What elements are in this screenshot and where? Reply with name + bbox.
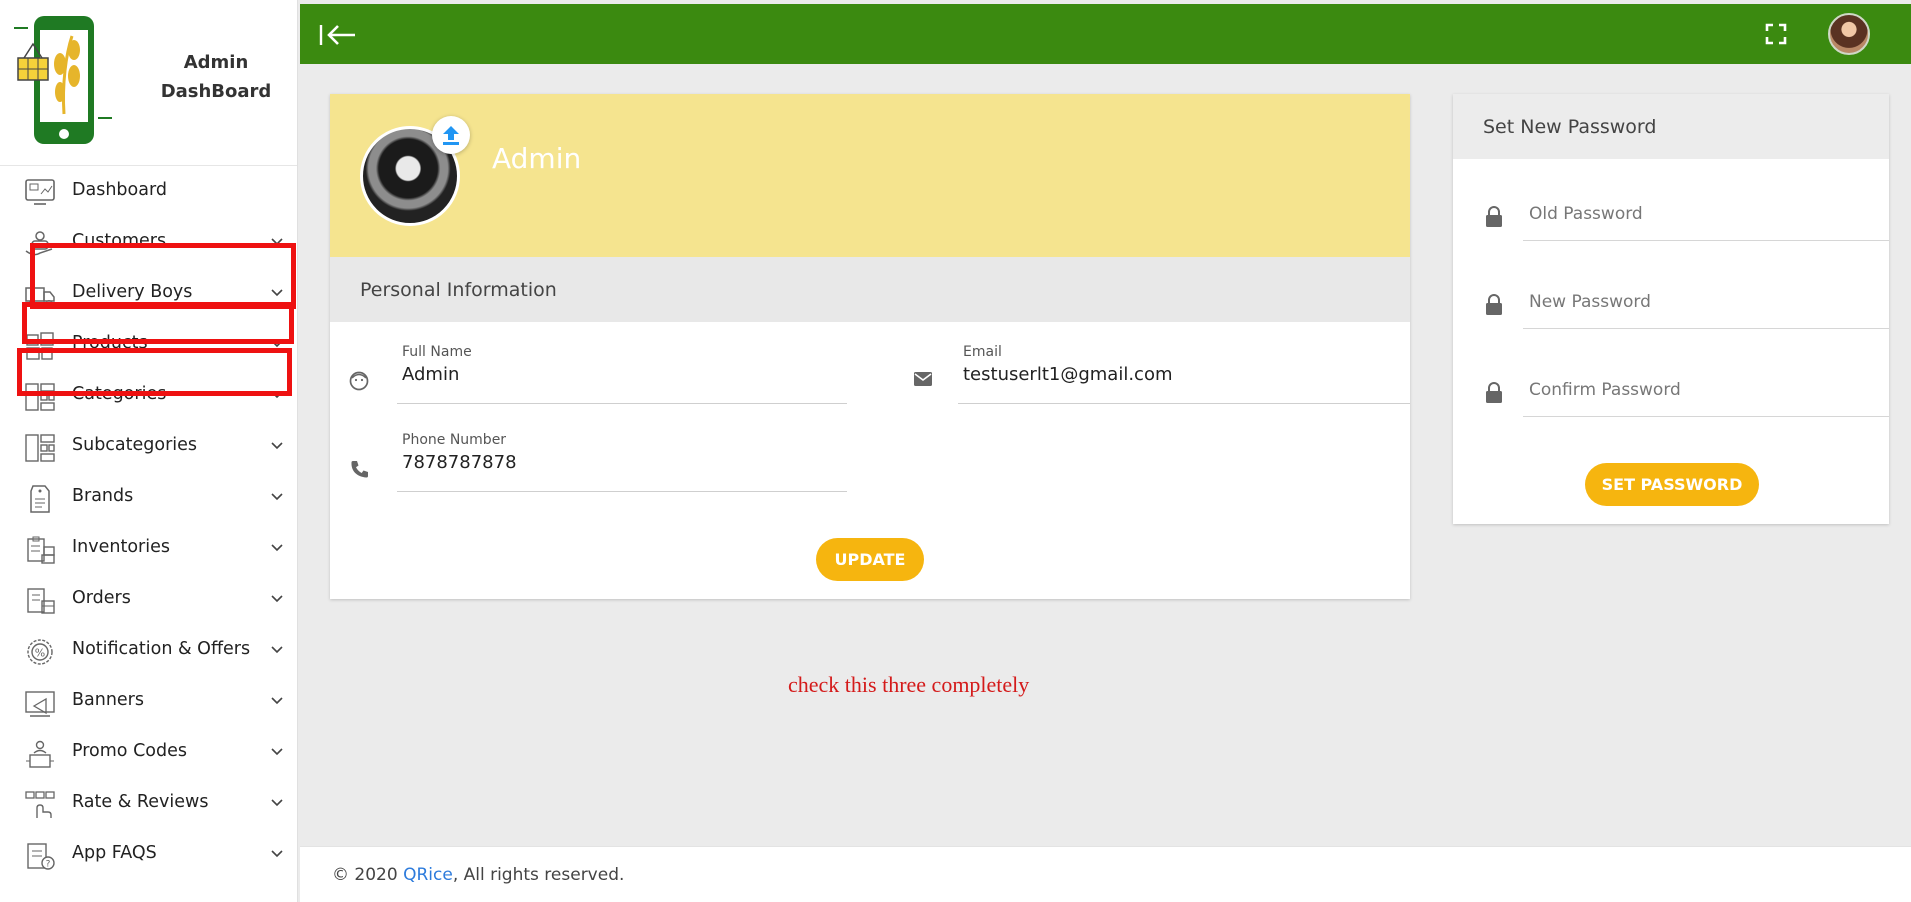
sidebar-item-label: Orders bbox=[72, 588, 131, 608]
footer-copyright-prefix: © 2020 bbox=[332, 865, 404, 885]
sidebar-item-label: Promo Codes bbox=[72, 741, 187, 761]
annotation-note: check this three completely bbox=[788, 672, 1030, 697]
new-password-input[interactable] bbox=[1523, 284, 1823, 320]
promo-codes-icon bbox=[26, 740, 54, 768]
sidebar-item-label: Brands bbox=[72, 486, 134, 506]
brands-tag-icon bbox=[30, 485, 50, 513]
lock-icon bbox=[1486, 382, 1502, 403]
confirm-password-input[interactable] bbox=[1523, 372, 1823, 408]
sidebar-item-label: Notification & Offers bbox=[72, 639, 251, 659]
phone-underline bbox=[397, 491, 847, 492]
sidebar: Admin DashBoard Dashboard Customers Deli… bbox=[0, 0, 298, 902]
password-card-title: Set New Password bbox=[1453, 94, 1889, 159]
phone-icon bbox=[351, 461, 368, 478]
phone-label: Phone Number bbox=[402, 432, 507, 448]
sidebar-item-app-faqs[interactable]: ? App FAQS bbox=[0, 829, 298, 880]
annotation-highlight-delivery-boys bbox=[22, 302, 294, 344]
confirm-password-underline bbox=[1523, 416, 1889, 417]
sidebar-item-label: Rate & Reviews bbox=[72, 792, 209, 812]
lock-icon bbox=[1486, 294, 1502, 315]
email-icon bbox=[914, 372, 932, 386]
svg-text:%: % bbox=[35, 647, 45, 660]
sidebar-item-label: App FAQS bbox=[72, 843, 157, 863]
sidebar-item-notification-offers[interactable]: % Notification & Offers bbox=[0, 625, 298, 676]
face-icon bbox=[349, 371, 369, 391]
full-name-value: Admin bbox=[402, 364, 460, 385]
subcategories-icon bbox=[25, 434, 55, 462]
sidebar-item-dashboard[interactable]: Dashboard bbox=[0, 166, 298, 217]
chevron-down-icon bbox=[271, 697, 283, 705]
chevron-down-icon bbox=[271, 799, 283, 807]
full-name-underline bbox=[397, 403, 847, 404]
email-field[interactable]: Email testuserlt1@gmail.com bbox=[958, 344, 1410, 404]
brand-title-line-2: DashBoard bbox=[160, 81, 272, 102]
sidebar-item-promo-codes[interactable]: Promo Codes bbox=[0, 727, 298, 778]
password-card: Set New Password SET PASSWORD bbox=[1453, 94, 1889, 524]
top-bar bbox=[300, 4, 1911, 64]
collapse-sidebar-icon[interactable] bbox=[318, 22, 358, 48]
sidebar-item-banners[interactable]: Banners bbox=[0, 676, 298, 727]
update-button[interactable]: UPDATE bbox=[816, 538, 924, 581]
upload-avatar-button[interactable] bbox=[432, 116, 470, 154]
footer-brand-link[interactable]: QRice bbox=[403, 865, 453, 885]
sidebar-item-inventories[interactable]: Inventories bbox=[0, 523, 298, 574]
profile-card: Admin Personal Information Full Name Adm… bbox=[330, 94, 1410, 599]
old-password-field[interactable] bbox=[1523, 196, 1889, 241]
rate-reviews-icon bbox=[25, 791, 55, 818]
confirm-password-field[interactable] bbox=[1523, 372, 1889, 417]
profile-name: Admin bbox=[492, 142, 582, 175]
sidebar-item-subcategories[interactable]: Subcategories bbox=[0, 421, 298, 472]
email-underline bbox=[958, 403, 1410, 404]
sidebar-item-label: Subcategories bbox=[72, 435, 198, 455]
section-title: Personal Information bbox=[330, 257, 1410, 322]
annotation-highlight-customers bbox=[30, 243, 296, 309]
orders-icon bbox=[27, 588, 55, 614]
inventories-icon bbox=[27, 536, 55, 564]
app-logo bbox=[14, 16, 112, 144]
chevron-down-icon bbox=[271, 544, 283, 552]
full-name-label: Full Name bbox=[402, 344, 472, 360]
banners-icon bbox=[25, 691, 55, 717]
lock-icon bbox=[1486, 206, 1502, 227]
new-password-field[interactable] bbox=[1523, 284, 1889, 329]
old-password-input[interactable] bbox=[1523, 196, 1823, 232]
email-value: testuserlt1@gmail.com bbox=[963, 364, 1173, 385]
phone-value: 7878787878 bbox=[402, 452, 517, 473]
phone-field[interactable]: Phone Number 7878787878 bbox=[397, 432, 847, 492]
dashboard-icon bbox=[25, 179, 55, 205]
email-label: Email bbox=[963, 344, 1002, 360]
svg-text:?: ? bbox=[46, 860, 51, 870]
profile-banner: Admin bbox=[330, 94, 1410, 257]
brand-header: Admin DashBoard bbox=[0, 0, 297, 166]
sidebar-item-label: Inventories bbox=[72, 537, 170, 557]
sidebar-item-label: Banners bbox=[72, 690, 144, 710]
chevron-down-icon bbox=[271, 850, 283, 858]
brand-title: Admin DashBoard bbox=[150, 48, 282, 106]
chevron-down-icon bbox=[271, 493, 283, 501]
sidebar-item-brands[interactable]: Brands bbox=[0, 472, 298, 523]
footer-copyright-suffix: , All rights reserved. bbox=[452, 865, 625, 885]
faq-icon: ? bbox=[27, 843, 55, 870]
fullscreen-icon[interactable] bbox=[1765, 23, 1787, 45]
old-password-underline bbox=[1523, 240, 1889, 241]
upload-icon bbox=[443, 126, 459, 145]
new-password-underline bbox=[1523, 328, 1889, 329]
footer: © 2020 QRice, All rights reserved. bbox=[300, 846, 1911, 902]
full-name-field[interactable]: Full Name Admin bbox=[397, 344, 847, 404]
user-avatar[interactable] bbox=[1828, 13, 1870, 55]
sidebar-item-rate-reviews[interactable]: Rate & Reviews bbox=[0, 778, 298, 829]
chevron-down-icon bbox=[271, 646, 283, 654]
chevron-down-icon bbox=[271, 442, 283, 450]
set-password-button[interactable]: SET PASSWORD bbox=[1585, 463, 1759, 506]
sidebar-item-label: Dashboard bbox=[72, 180, 167, 200]
annotation-highlight-products bbox=[17, 348, 292, 396]
chevron-down-icon bbox=[271, 595, 283, 603]
sidebar-item-orders[interactable]: Orders bbox=[0, 574, 298, 625]
chevron-down-icon bbox=[271, 748, 283, 756]
brand-title-line-1: Admin bbox=[183, 52, 249, 73]
percent-badge-icon: % bbox=[27, 639, 53, 665]
